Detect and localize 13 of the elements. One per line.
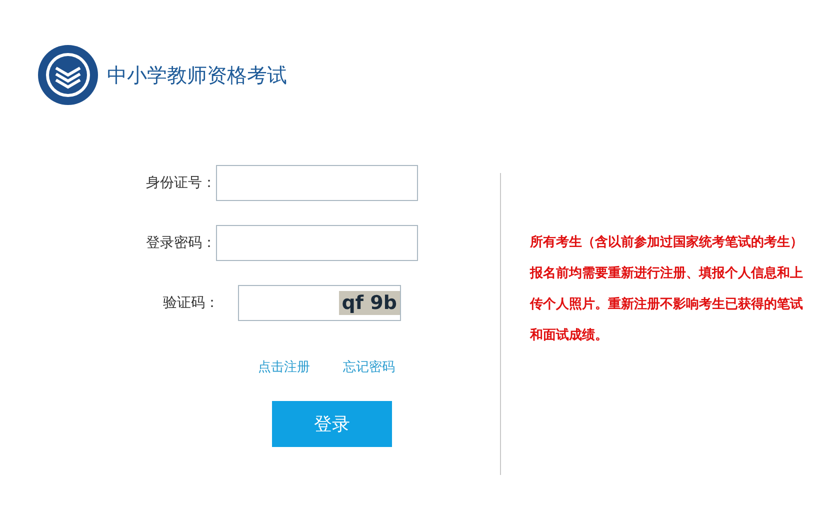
captcha-field[interactable]: qf 9b <box>238 285 401 321</box>
captcha-image[interactable]: qf 9b <box>338 291 400 315</box>
field-label: 登录密码： <box>146 234 216 252</box>
site-title: 中小学教师资格考试 <box>107 62 287 88</box>
notice-text: 所有考生（含以前参加过国家统考笔试的考生）报名前均需要重新进行注册、填报个人信息和上传个人照片。重新注册不影响考生已获得的笔试和面试成绩。 <box>530 234 804 345</box>
login-button[interactable]: 登录 <box>272 401 392 447</box>
input-field[interactable] <box>216 165 418 201</box>
logo-icon <box>37 44 99 106</box>
field-label: 身份证号： <box>146 174 216 192</box>
input-field[interactable] <box>216 225 418 261</box>
link[interactable]: 忘记密码 <box>343 358 395 376</box>
field-label: 验证码： <box>163 294 219 312</box>
link[interactable]: 点击注册 <box>258 358 310 376</box>
